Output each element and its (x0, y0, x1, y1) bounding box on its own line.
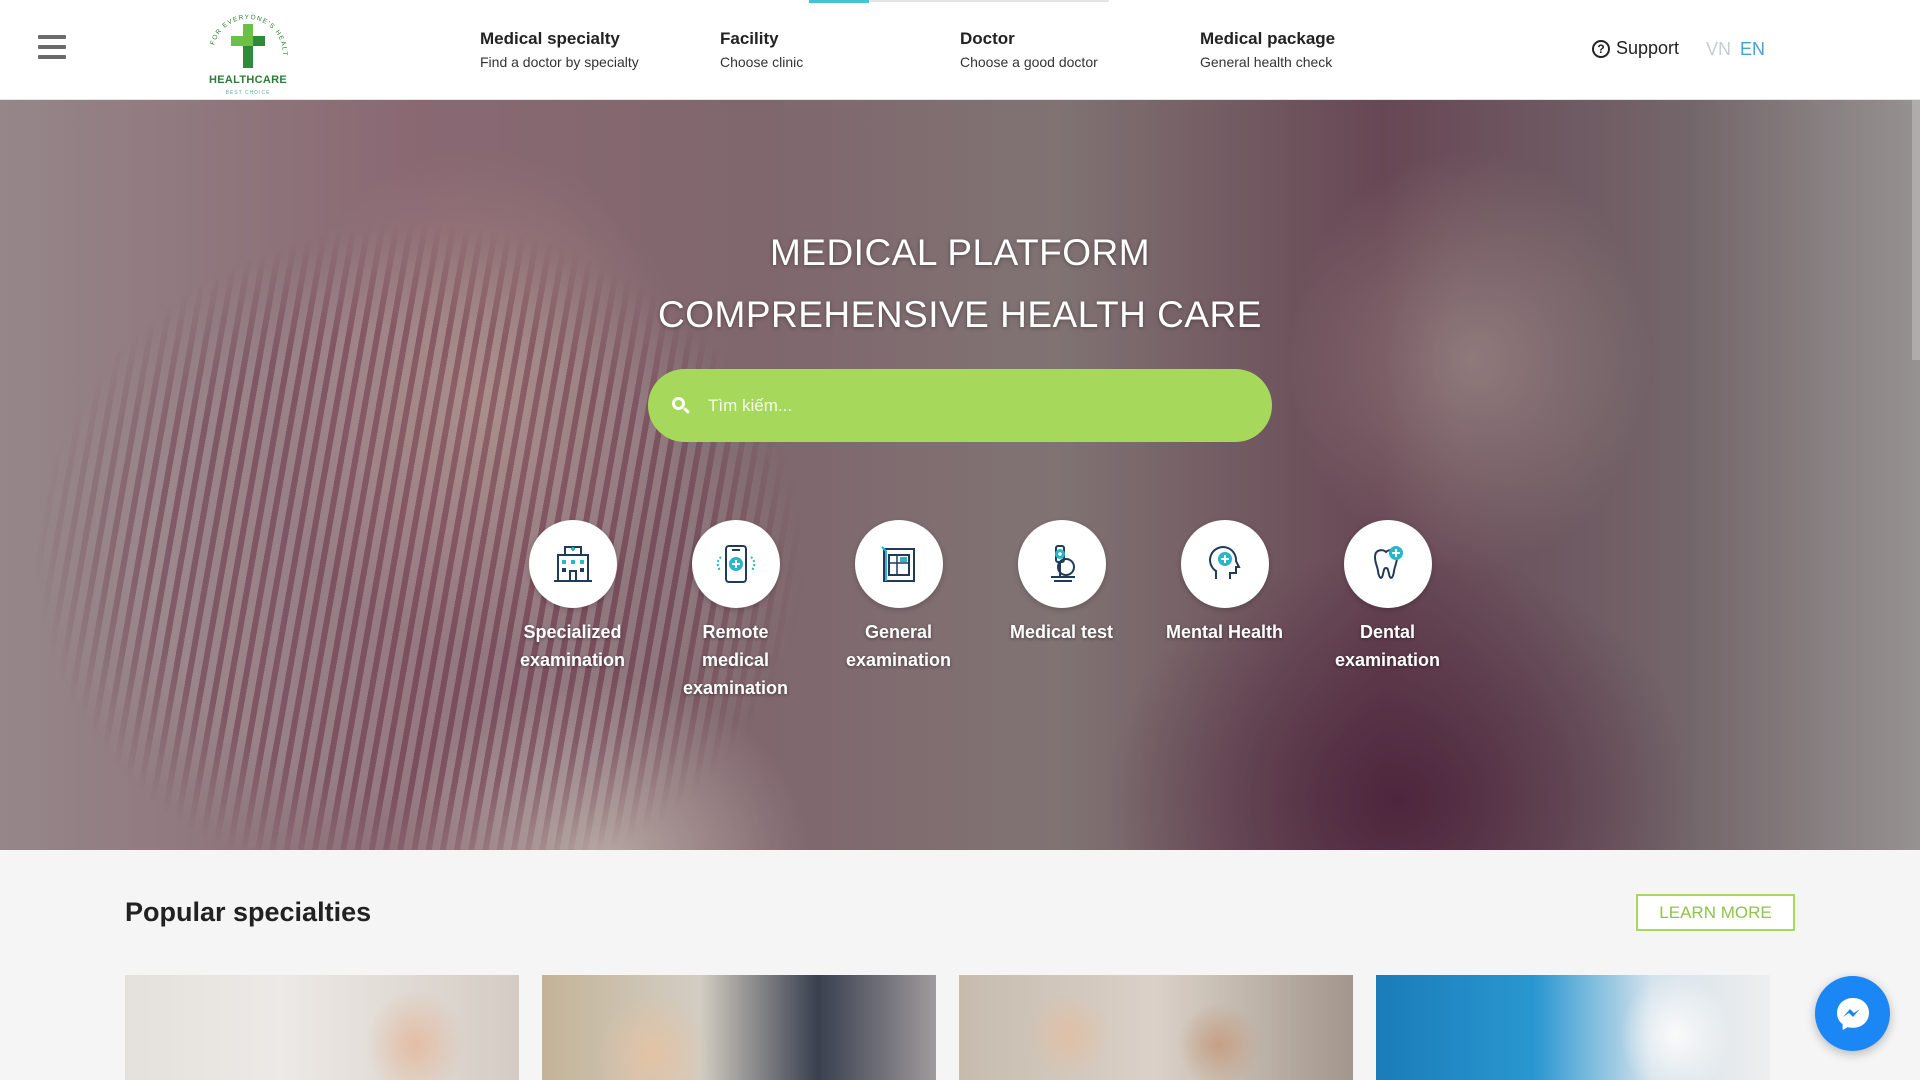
specialty-card[interactable] (125, 975, 519, 1080)
nav-item-facility[interactable]: Facility Choose clinic (720, 28, 960, 72)
search-input[interactable] (708, 395, 1228, 416)
service-specialized-examination[interactable]: Specialized examination (491, 520, 654, 702)
service-general-examination[interactable]: General examination (817, 520, 980, 702)
nav-title: Facility (720, 29, 779, 48)
phone-medical-icon (691, 520, 780, 608)
nav-subtitle: Choose a good doctor (960, 54, 1098, 70)
nav-indicator-track (869, 0, 1109, 2)
menu-icon[interactable] (38, 35, 66, 61)
service-remote-medical-examination[interactable]: Remote medical examination (654, 520, 817, 702)
service-mental-health[interactable]: Mental Health (1143, 520, 1306, 702)
tooth-icon (1343, 520, 1432, 608)
nav-subtitle: Choose clinic (720, 54, 804, 70)
learn-more-button[interactable]: LEARN MORE (1636, 894, 1795, 931)
lang-vn-link[interactable]: VN (1706, 39, 1731, 59)
card-image (542, 975, 936, 1080)
brain-head-icon (1180, 520, 1269, 608)
hero-banner: MEDICAL PLATFORM COMPREHENSIVE HEALTH CA… (0, 100, 1920, 850)
site-header: FOR EVERYONE'S HEALTH HEALTHCARE BEST CH… (0, 0, 1920, 100)
nav-title: Medical specialty (480, 29, 620, 48)
hero-overlay (0, 100, 1920, 850)
microscope-icon (1017, 520, 1106, 608)
specialty-card[interactable] (542, 975, 936, 1080)
section-title: Popular specialties (125, 897, 372, 927)
card-image (125, 975, 519, 1080)
nav-item-doctor[interactable]: Doctor Choose a good doctor (960, 28, 1200, 72)
messenger-icon (1836, 997, 1869, 1030)
hospital-icon (528, 520, 617, 608)
service-label: Dental examination (1334, 622, 1441, 670)
logo-cross-icon: FOR EVERYONE'S HEALTH (205, 6, 287, 68)
nav-title: Medical package (1200, 29, 1336, 48)
nav-item-medical-specialty[interactable]: Medical specialty Find a doctor by speci… (480, 28, 720, 72)
lang-en-link[interactable]: EN (1740, 39, 1765, 59)
search-icon (672, 396, 691, 415)
nav-title: Doctor (960, 29, 1015, 48)
service-label: General examination (845, 622, 952, 670)
support-link[interactable]: ? Support (1592, 38, 1679, 59)
nav-item-medical-package[interactable]: Medical package General health check (1200, 28, 1440, 72)
support-label: Support (1616, 38, 1680, 58)
service-label: Medical test (1009, 622, 1114, 642)
specialty-cards (125, 975, 1770, 1080)
hero-title-line1: MEDICAL PLATFORM (769, 232, 1151, 273)
service-dental-examination[interactable]: Dental examination (1306, 520, 1469, 702)
service-label: Specialized examination (519, 622, 626, 670)
nav-subtitle: Find a doctor by specialty (480, 54, 639, 70)
nav-active-indicator (809, 0, 869, 3)
service-label: Remote medical examination (682, 622, 789, 698)
language-switcher: VN EN (1706, 39, 1765, 60)
logo-text: HEALTHCARE (209, 74, 287, 86)
healthcare-logo[interactable]: FOR EVERYONE'S HEALTH HEALTHCARE BEST CH… (205, 6, 291, 96)
main-nav: Medical specialty Find a doctor by speci… (480, 28, 1440, 72)
service-shortcuts: Specialized examination Remote medical e… (491, 520, 1469, 702)
specialty-card[interactable] (1376, 975, 1770, 1080)
logo-subtext: BEST CHOICE (225, 90, 271, 96)
search-bar[interactable] (648, 369, 1272, 442)
messenger-chat-button[interactable] (1815, 976, 1890, 1051)
service-label: Mental Health (1165, 622, 1284, 642)
specialty-card[interactable] (959, 975, 1353, 1080)
nav-subtitle: General health check (1200, 54, 1333, 70)
hero-title-line2: COMPREHENSIVE HEALTH CARE (658, 294, 1262, 335)
help-circle-icon: ? (1592, 39, 1610, 58)
service-medical-test[interactable]: Medical test (980, 520, 1143, 702)
clipboard-icon (854, 520, 943, 608)
card-image (1376, 975, 1770, 1080)
card-image (959, 975, 1353, 1080)
